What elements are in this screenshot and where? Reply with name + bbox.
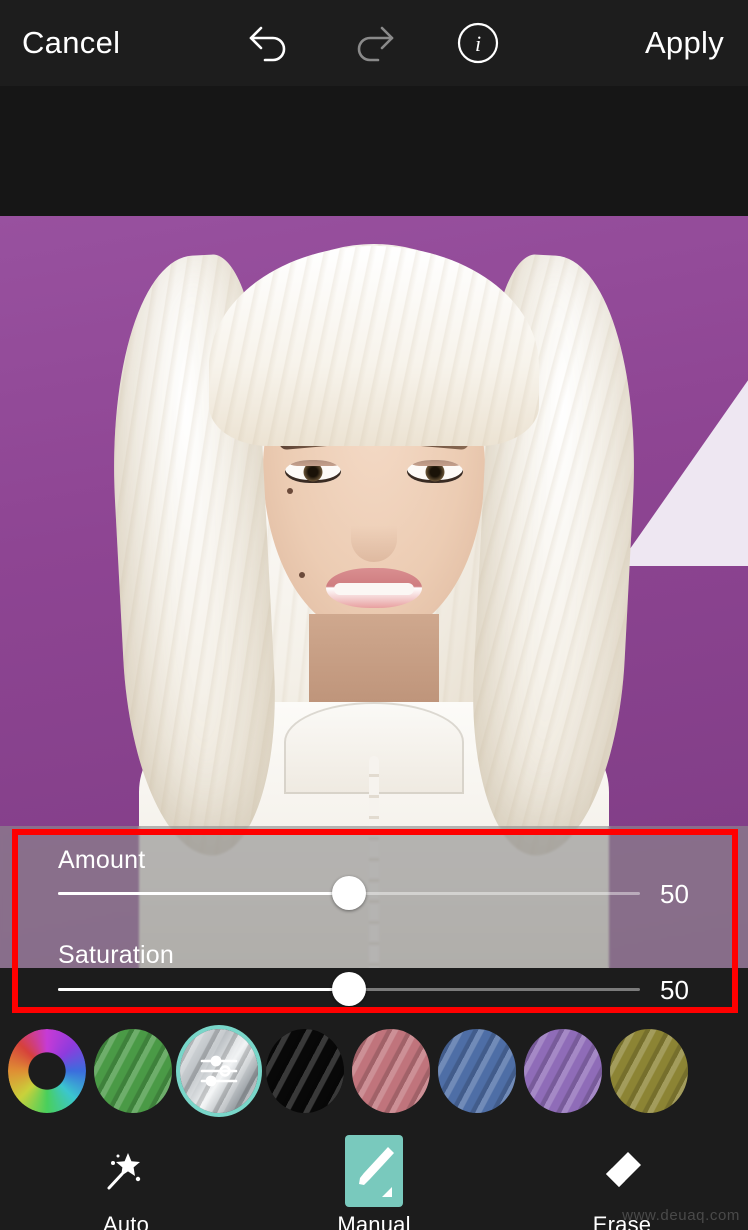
tool-erase-icon-box [593, 1135, 651, 1207]
top-toolbar: Cancel i Apply [0, 0, 748, 86]
redo-button[interactable] [345, 17, 401, 69]
slider-thumb-amount[interactable] [332, 876, 366, 910]
redo-arrow-icon [357, 26, 394, 62]
tool-auto[interactable]: Auto [77, 1135, 175, 1230]
swatch-hair-texture [352, 1028, 430, 1113]
eye-right [407, 460, 463, 483]
swatch-hair-texture [610, 1028, 688, 1113]
tool-manual-icon-box [345, 1135, 403, 1207]
eyelid-left [285, 460, 341, 466]
eraser-icon [606, 1152, 641, 1187]
cancel-button[interactable]: Cancel [22, 25, 120, 61]
slider-thumb-saturation[interactable] [332, 972, 366, 1006]
mouth [326, 568, 422, 608]
swatch-hair-texture [438, 1028, 516, 1113]
swatch-olive[interactable] [610, 1028, 688, 1113]
swatch-purple[interactable] [524, 1028, 602, 1113]
svg-text:i: i [475, 31, 481, 56]
swatch-blue[interactable] [438, 1028, 516, 1113]
tool-manual-label: Manual [337, 1212, 411, 1230]
color-wheel-icon [8, 1028, 86, 1113]
slider-amount[interactable] [58, 876, 640, 910]
slider-fill-saturation [58, 988, 349, 991]
eye-left [285, 460, 341, 483]
nose [351, 506, 397, 562]
swatch-black[interactable] [266, 1028, 344, 1113]
backdrop-triangle-right [618, 366, 748, 566]
info-button[interactable]: i [450, 17, 506, 69]
slider-label-saturation: Saturation [58, 941, 174, 969]
tool-auto-icon-box [97, 1135, 155, 1207]
slider-value-saturation: 50 [660, 975, 689, 1005]
info-circle-icon: i [457, 22, 499, 64]
photo-letterbox-area [0, 86, 748, 216]
swatch-hair-texture [266, 1028, 344, 1113]
tool-manual[interactable]: Manual [325, 1135, 423, 1230]
site-watermark: www.deuaq.com [622, 1207, 740, 1224]
magic-wand-icon [107, 1153, 141, 1190]
swatch-pink[interactable] [352, 1028, 430, 1113]
swatch-hair-texture [94, 1028, 172, 1113]
paintbrush-icon [359, 1147, 394, 1197]
tool-auto-label: Auto [102, 1212, 150, 1230]
swatch-green[interactable] [94, 1028, 172, 1113]
apply-button[interactable]: Apply [645, 25, 724, 61]
eyelid-right [407, 460, 463, 466]
swatch-color-wheel[interactable] [8, 1028, 86, 1113]
swatch-hair-texture [524, 1028, 602, 1113]
beauty-mark-lower [299, 572, 305, 578]
slider-saturation[interactable] [58, 972, 640, 1006]
swatch-silver-custom[interactable] [180, 1028, 258, 1113]
undo-button[interactable] [242, 17, 298, 69]
slider-fill-amount [58, 892, 349, 895]
slider-label-amount: Amount [58, 846, 146, 874]
hair-color-editor-screen: Cancel i Apply Amount 50 Saturation 50 A… [0, 0, 748, 1230]
slider-value-amount: 50 [660, 879, 689, 909]
adjust-sliders-icon [180, 1029, 258, 1113]
color-swatch-strip[interactable] [0, 1018, 748, 1123]
beauty-mark-upper [287, 488, 293, 494]
teeth [334, 583, 414, 595]
undo-arrow-icon [249, 26, 286, 62]
